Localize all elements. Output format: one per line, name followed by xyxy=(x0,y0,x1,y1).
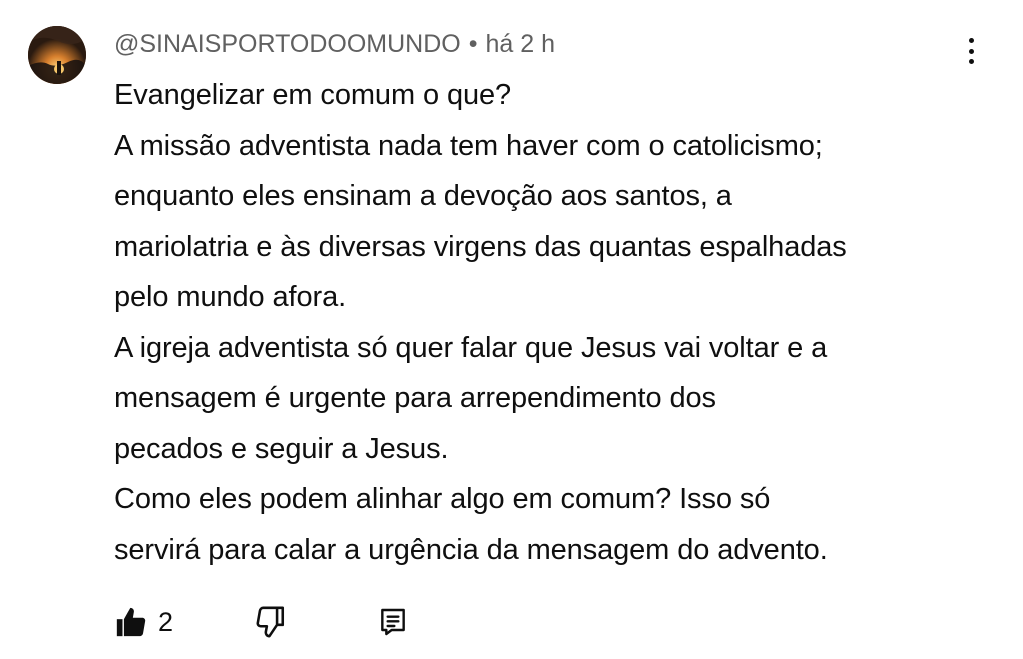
comment-reply-icon xyxy=(381,608,405,636)
reply-button[interactable] xyxy=(377,606,409,638)
comment-line: servirá para calar a urgência da mensage… xyxy=(114,533,828,566)
thumb-up-filled-icon xyxy=(116,607,146,637)
comment-meta: @SINAISPORTODOOMUNDO • há 2 h xyxy=(114,28,555,60)
meta-separator: • xyxy=(468,30,478,58)
like-button[interactable]: 2 xyxy=(114,605,173,639)
comment-line: A missão adventista nada tem haver com o… xyxy=(114,129,823,162)
comment-line: mariolatria e às diversas virgens das qu… xyxy=(114,230,847,263)
comment-time: há 2 h xyxy=(485,30,555,58)
comment-line: pecados e seguir a Jesus. xyxy=(114,432,449,465)
comment-line: pelo mundo afora. xyxy=(114,281,347,313)
comment-actions: 2 xyxy=(114,602,409,642)
thumb-down-outline-icon xyxy=(256,606,285,638)
comment-line: Como eles podem alinhar algo em comum? I… xyxy=(114,483,771,515)
like-count: 2 xyxy=(158,607,174,637)
dislike-button[interactable] xyxy=(253,605,287,639)
comment-line: Evangelizar em comum o que? xyxy=(114,79,512,111)
comment-line: enquanto eles ensinam a devoção aos sant… xyxy=(114,180,732,212)
avatar[interactable] xyxy=(28,26,86,84)
more-vert-icon xyxy=(968,38,974,64)
comment-line: A igreja adventista só quer falar que Je… xyxy=(114,331,828,364)
comment-line: mensagem é urgente para arrependimento d… xyxy=(114,382,716,414)
author-name[interactable]: @SINAISPORTODOOMUNDO xyxy=(114,30,461,58)
comment-text: Evangelizar em comum o que? A missão adv… xyxy=(114,70,974,575)
